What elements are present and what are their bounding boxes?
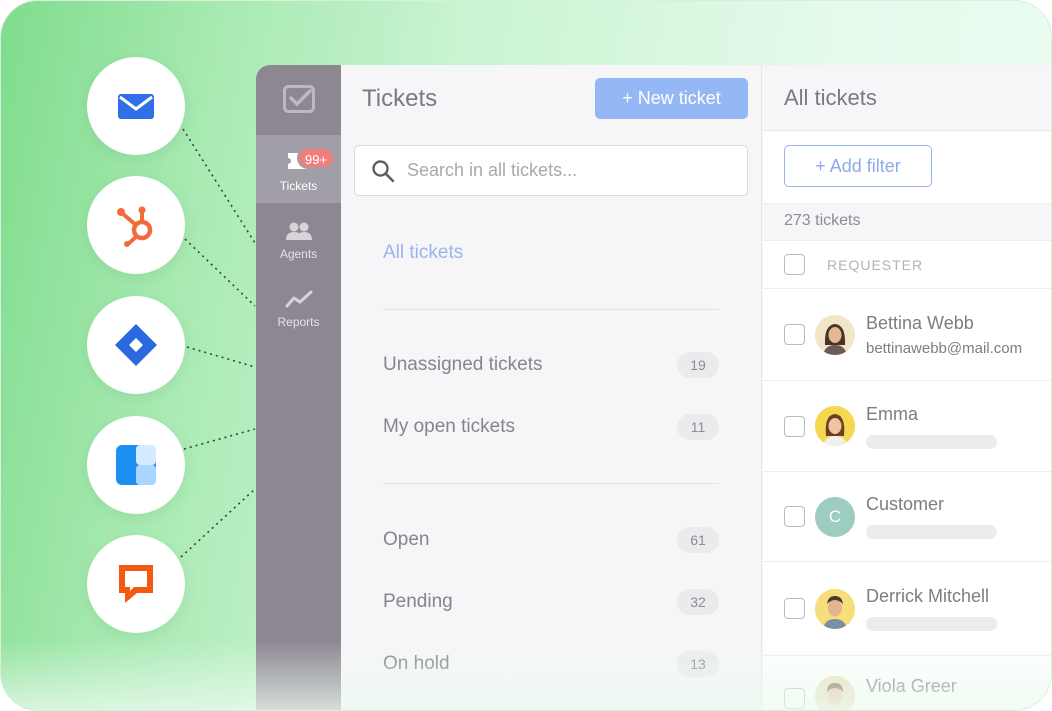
- email-icon: [118, 94, 154, 119]
- all-tickets-panel: All tickets + Add filter 273 tickets REQ…: [763, 65, 1051, 710]
- hubspot-integration-bubble[interactable]: [87, 176, 185, 274]
- avatar-initial: C: [828, 506, 842, 526]
- row-checkbox[interactable]: [784, 324, 805, 345]
- panel-header: All tickets: [763, 65, 1051, 131]
- email-integration-bubble[interactable]: [87, 57, 185, 155]
- avatar: [815, 588, 855, 629]
- avatar: [815, 314, 855, 355]
- view-count: 61: [677, 527, 719, 553]
- table-row[interactable]: Emma: [763, 381, 1051, 472]
- placeholder-bar: [866, 525, 997, 539]
- page-title: Tickets: [362, 85, 438, 112]
- avatar-photo-icon: [815, 406, 855, 446]
- ticket-search[interactable]: [354, 145, 748, 196]
- avatar: [815, 676, 855, 710]
- sidebar-item-agents[interactable]: Agents: [256, 203, 341, 271]
- requester-name: Derrick Mitchell: [866, 586, 990, 606]
- table-row[interactable]: Viola Greer: [763, 656, 1051, 710]
- view-unassigned-tickets[interactable]: Unassigned tickets 19: [383, 350, 719, 380]
- row-checkbox[interactable]: [784, 415, 805, 437]
- placeholder-bar: [866, 434, 997, 449]
- divider: [383, 483, 719, 484]
- app-tile-icon: [116, 445, 156, 485]
- sidebar-item-tickets[interactable]: Tickets 99+: [256, 135, 341, 203]
- hubspot-icon: [117, 206, 153, 247]
- panel-title: All tickets: [784, 85, 877, 110]
- add-filter-button[interactable]: + Add filter: [784, 145, 932, 187]
- view-on-hold[interactable]: On hold 13: [383, 649, 719, 679]
- view-open[interactable]: Open 61: [383, 525, 719, 555]
- table-row[interactable]: Bettina Webb bettinawebb@mail.com: [763, 289, 1051, 381]
- avatar: C: [815, 496, 855, 537]
- divider: [383, 309, 719, 310]
- search-input[interactable]: [407, 160, 727, 181]
- sidebar-item-label: Agents: [279, 247, 318, 261]
- tickets-panel: Tickets + New ticket All tickets Unassig…: [341, 65, 762, 710]
- all-tickets-link[interactable]: All tickets: [383, 242, 463, 264]
- table-row[interactable]: C Customer: [763, 472, 1051, 562]
- requester-name: Emma: [866, 403, 919, 424]
- avatar-photo-icon: [815, 588, 855, 629]
- view-label: Pending: [383, 591, 453, 612]
- view-label: Unassigned tickets: [383, 354, 543, 375]
- avatar-photo-icon: [815, 314, 855, 355]
- jira-integration-bubble[interactable]: [87, 296, 185, 394]
- placeholder-bar: [866, 617, 997, 631]
- search-icon: [372, 159, 395, 182]
- requester-name: Viola Greer: [866, 676, 957, 696]
- livechat-integration-bubble[interactable]: [87, 535, 185, 633]
- table-row[interactable]: Derrick Mitchell: [763, 562, 1051, 656]
- avatar: [815, 406, 855, 446]
- blue-app-integration-bubble[interactable]: [87, 416, 185, 514]
- livechat-icon: [119, 565, 153, 603]
- helpdesk-app-window: Tickets 99+ Agents Reports Tickets + New…: [256, 65, 1051, 710]
- view-count: 13: [677, 651, 719, 677]
- avatar-photo-icon: [815, 676, 855, 710]
- view-count: 19: [677, 352, 719, 378]
- jira-icon: [115, 324, 157, 366]
- view-count: 32: [677, 589, 719, 615]
- new-ticket-button[interactable]: + New ticket: [595, 78, 748, 119]
- select-all-checkbox[interactable]: [784, 254, 805, 275]
- view-my-open-tickets[interactable]: My open tickets 11: [383, 412, 719, 442]
- sidebar-item-label: Tickets: [279, 179, 318, 193]
- view-pending[interactable]: Pending 32: [383, 587, 719, 617]
- row-checkbox[interactable]: [784, 688, 805, 709]
- tickets-count-badge: 99+: [297, 147, 336, 169]
- app-logo-icon[interactable]: [283, 85, 315, 113]
- view-label: My open tickets: [383, 416, 515, 437]
- requester-name: Bettina Webb: [866, 312, 974, 333]
- table-header: REQUESTER: [763, 241, 1051, 289]
- ticket-count: 273 tickets: [763, 203, 1051, 241]
- view-label: Open: [383, 529, 430, 550]
- requester-email: bettinawebb@mail.com: [866, 339, 1023, 357]
- hero-frame: Tickets 99+ Agents Reports Tickets + New…: [0, 0, 1052, 711]
- view-count: 11: [677, 414, 719, 440]
- column-header-requester[interactable]: REQUESTER: [827, 257, 923, 273]
- main-sidebar: Tickets 99+ Agents Reports: [256, 65, 341, 710]
- row-checkbox[interactable]: [784, 506, 805, 527]
- reports-icon: [285, 290, 312, 308]
- agents-icon: [285, 222, 312, 240]
- sidebar-item-reports[interactable]: Reports: [256, 271, 341, 339]
- view-label: On hold: [383, 653, 450, 674]
- row-checkbox[interactable]: [784, 598, 805, 619]
- sidebar-item-label: Reports: [277, 315, 320, 329]
- requester-name: Customer: [866, 494, 945, 514]
